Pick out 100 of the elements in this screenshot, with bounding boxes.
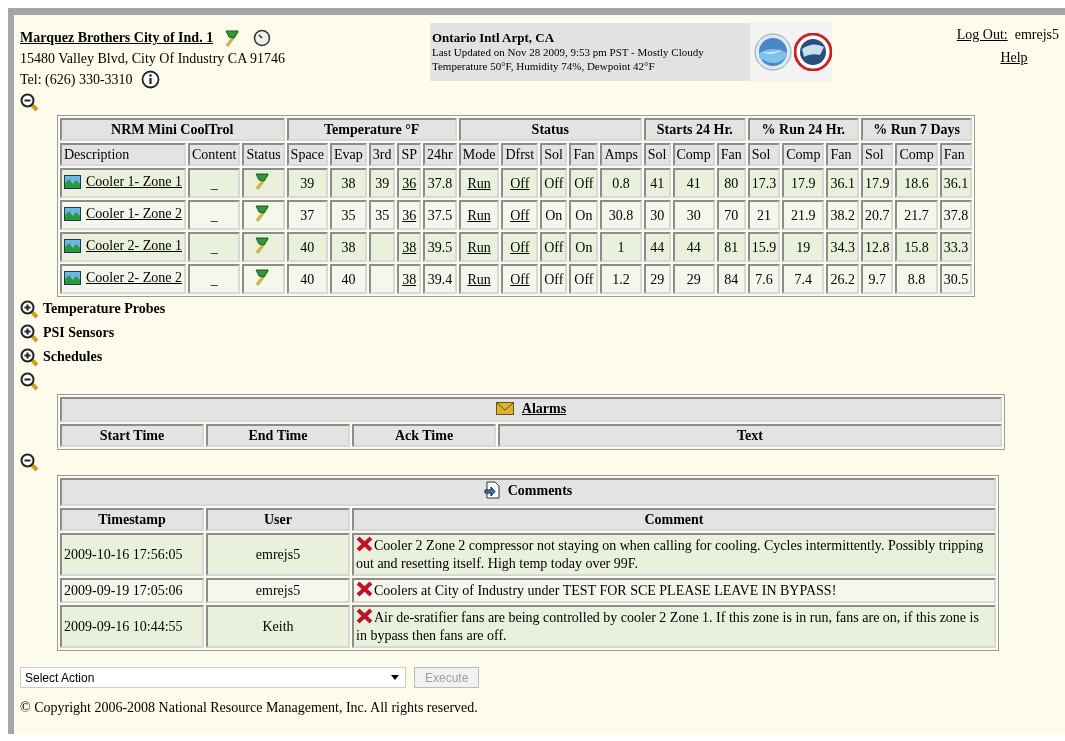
table-cell: 40 xyxy=(286,232,329,262)
table-cell: 36.1 xyxy=(939,168,973,198)
column-header: End Time xyxy=(206,424,350,447)
value-link[interactable]: 36 xyxy=(402,207,417,223)
value-link[interactable]: 36 xyxy=(402,175,417,191)
clock-icon[interactable] xyxy=(253,28,272,47)
table-cell: On xyxy=(569,232,599,262)
table-cell: 37.5 xyxy=(423,200,457,230)
weather-station: Ontario Intl Arpt, CA xyxy=(432,31,555,45)
column-header: Fan xyxy=(716,143,746,166)
column-header: Sol xyxy=(540,143,568,166)
table-cell: 38 xyxy=(330,232,367,262)
column-header: Fan xyxy=(569,143,599,166)
value-link[interactable]: Run xyxy=(467,207,491,223)
weather-updated: Last Updated on Nov 28 2009, 9:53 pm PST - Mostly Cloudy xyxy=(432,45,705,59)
group-header: % Run 24 Hr. xyxy=(747,118,859,141)
help-link[interactable]: Help xyxy=(969,46,1059,69)
column-header: Description xyxy=(60,143,187,166)
value-link[interactable]: 38 xyxy=(402,271,417,287)
column-header: Amps xyxy=(600,143,642,166)
zoom-out-icon[interactable] xyxy=(20,93,39,112)
site-name-link[interactable]: Marquez Brothers City of Ind. 1 xyxy=(20,27,214,48)
table-cell: 30.8 xyxy=(600,200,642,230)
table-cell: On xyxy=(540,200,568,230)
info-icon[interactable] xyxy=(140,70,160,89)
alarms-link[interactable]: Alarms xyxy=(521,400,567,417)
chart-icon[interactable] xyxy=(64,238,81,253)
unit-link[interactable]: Cooler 2- Zone 1 xyxy=(86,237,183,255)
zoom-out-icon[interactable] xyxy=(20,372,39,391)
unit-link[interactable]: Cooler 2- Zone 2 xyxy=(86,269,183,287)
table-cell: 34.3 xyxy=(826,232,859,262)
column-header: Text xyxy=(498,424,1002,447)
zoom-in-icon[interactable] xyxy=(20,323,39,343)
value-link[interactable]: Run xyxy=(467,239,491,255)
table-cell: Off xyxy=(569,264,599,294)
table-cell: 81 xyxy=(716,232,746,262)
table-cell: 33.3 xyxy=(939,232,973,262)
table-cell: 19 xyxy=(782,232,825,262)
table-cell: 21 xyxy=(747,200,781,230)
group-header: Status xyxy=(458,118,642,141)
table-cell: 2009-10-16 17:56:05 xyxy=(60,533,204,576)
table-cell: 39.5 xyxy=(423,232,457,262)
column-header: Content xyxy=(188,143,241,166)
table-cell: 18.6 xyxy=(895,168,938,198)
column-header: Sol xyxy=(643,143,671,166)
zoom-in-icon[interactable] xyxy=(20,347,39,367)
chart-icon[interactable] xyxy=(64,206,81,221)
table-cell: Off xyxy=(540,168,568,198)
table-cell: _ xyxy=(188,232,241,262)
table-cell: 30 xyxy=(672,200,715,230)
value-link[interactable]: Off xyxy=(510,239,530,255)
section-title: Schedules xyxy=(43,349,103,365)
table-cell: 21.9 xyxy=(782,200,825,230)
chart-icon[interactable] xyxy=(64,270,81,285)
table-cell: 2009-09-19 17:05:06 xyxy=(60,578,204,603)
value-link[interactable]: Off xyxy=(510,271,530,287)
table-cell: 38 xyxy=(330,168,367,198)
table-cell: 29 xyxy=(643,264,671,294)
column-header: Ack Time xyxy=(352,424,496,447)
table-cell: Off xyxy=(540,264,568,294)
table-cell: 70 xyxy=(716,200,746,230)
group-header: Temperature °F xyxy=(286,118,457,141)
chart-icon[interactable] xyxy=(64,174,81,189)
table-cell: 30.5 xyxy=(939,264,973,294)
site-address: 15480 Valley Blvd, City Of Industry CA 91746 xyxy=(20,50,286,68)
table-cell: 12.8 xyxy=(861,232,894,262)
logout-link[interactable]: Log Out: xyxy=(956,27,1008,42)
table-cell: 9.7 xyxy=(861,264,894,294)
table-cell: 2009-09-16 10:44:55 xyxy=(60,605,204,648)
value-link[interactable]: Run xyxy=(467,271,491,287)
column-header: Evap xyxy=(330,143,367,166)
document-arrow-icon[interactable] xyxy=(483,481,500,499)
value-link[interactable]: Off xyxy=(510,175,530,191)
table-cell: 35 xyxy=(368,200,396,230)
table-cell xyxy=(368,232,396,262)
unit-link[interactable]: Cooler 1- Zone 1 xyxy=(86,173,183,191)
zoom-in-icon[interactable] xyxy=(20,299,39,319)
table-cell: Off xyxy=(569,168,599,198)
table-cell: 41 xyxy=(643,168,671,198)
group-header: Starts 24 Hr. xyxy=(643,118,746,141)
emblem-icon xyxy=(754,33,792,71)
zoom-out-icon[interactable] xyxy=(20,453,39,472)
value-link[interactable]: Run xyxy=(467,175,491,191)
unit-link[interactable]: Cooler 1- Zone 2 xyxy=(86,205,183,223)
weather-conditions: Temperature 50°F, Humidity 74%, Dewpoint 42°F xyxy=(432,59,656,73)
comment-cell: Cooler 2 Zone 2 compressor not staying on when calling for cooling. Cycles intermittently. Possibly tripping out and resetting itself. High temp today over 99F. xyxy=(352,533,996,576)
table-cell: 15.8 xyxy=(895,232,938,262)
comment-cell: Air de-sratifier fans are being controlled by cooler 2 Zone 1. If this zone is in run, fans are on, if this zone is in bypass then fans are off. xyxy=(352,605,996,648)
table-cell: 20.7 xyxy=(861,200,894,230)
column-header: Sol xyxy=(747,143,781,166)
table-cell: 36.1 xyxy=(826,168,859,198)
column-header: Fan xyxy=(939,143,973,166)
column-header: Comp xyxy=(672,143,715,166)
user-name: emrejs5 xyxy=(1014,27,1059,42)
column-header: SP xyxy=(397,143,422,166)
value-link[interactable]: Off xyxy=(510,207,530,223)
column-header: Timestamp xyxy=(60,508,204,531)
column-header: Comment xyxy=(352,508,996,531)
table-cell: 84 xyxy=(716,264,746,294)
value-link[interactable]: 38 xyxy=(402,239,417,255)
